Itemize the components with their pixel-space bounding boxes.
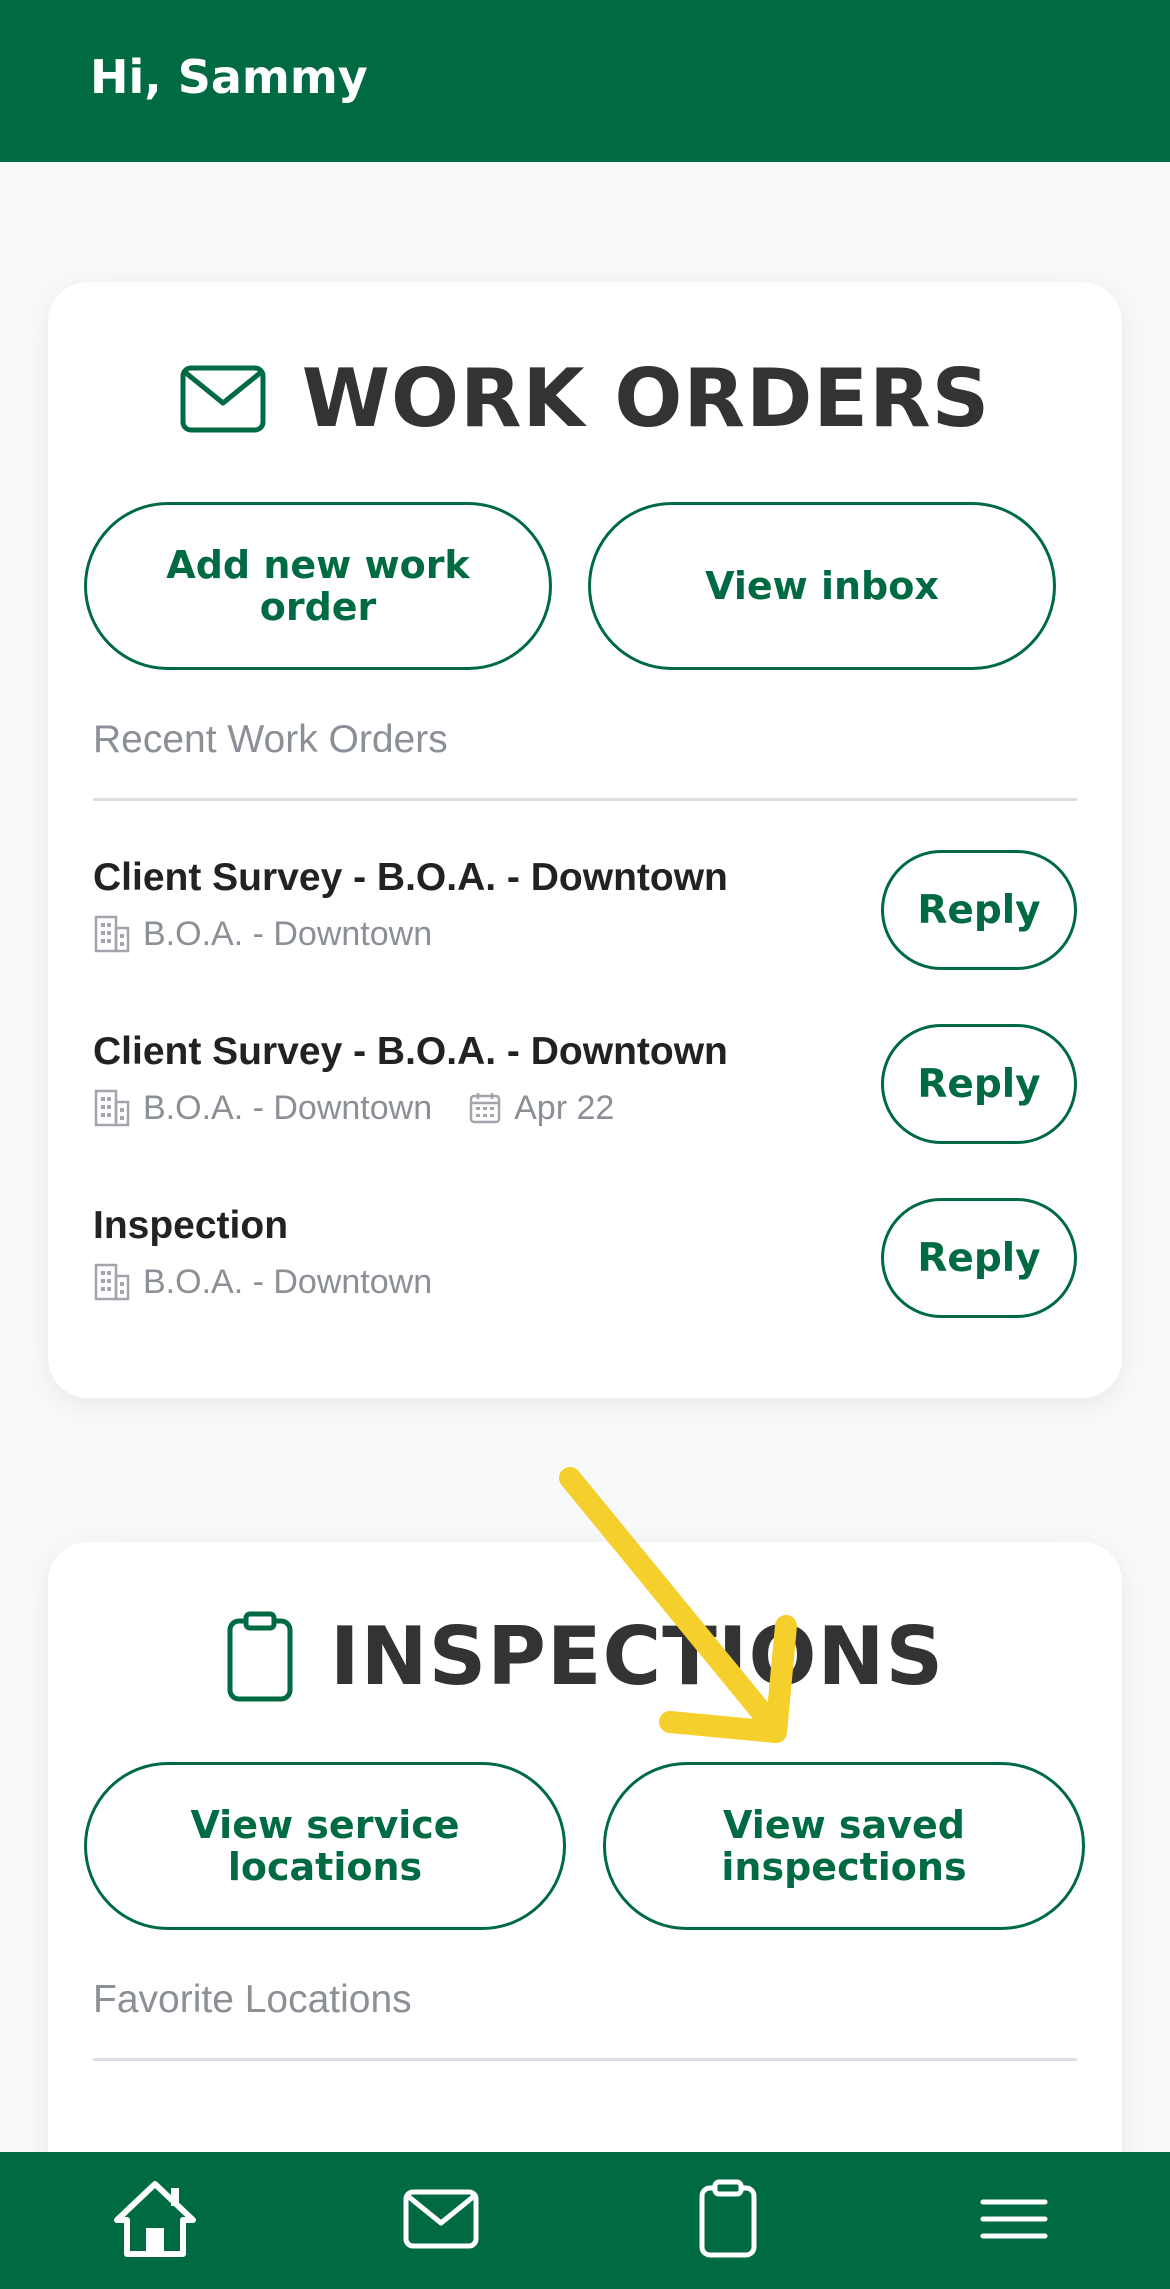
reply-button[interactable]: Reply xyxy=(881,1198,1077,1318)
nav-menu[interactable] xyxy=(934,2152,1094,2289)
work-orders-title: WORK ORDERS xyxy=(301,352,991,445)
bottom-nav xyxy=(0,2152,1170,2289)
add-work-order-button[interactable]: Add new work order xyxy=(84,502,552,670)
recent-work-orders-label: Recent Work Orders xyxy=(93,718,448,761)
section-divider xyxy=(93,2058,1077,2061)
menu-icon xyxy=(980,2197,1048,2245)
view-saved-inspections-button[interactable]: View saved inspections xyxy=(603,1762,1085,1930)
work-order-meta: B.O.A. - Downtown Apr 22 xyxy=(93,1088,614,1128)
work-order-item[interactable]: Inspection B.O.A. - Downtown Reply xyxy=(93,1198,1077,1324)
work-order-title: Inspection xyxy=(93,1204,289,1247)
nav-inbox[interactable] xyxy=(361,2152,521,2289)
building-icon xyxy=(93,1262,131,1302)
work-order-title: Client Survey - B.O.A. - Downtown xyxy=(93,856,728,899)
clipboard-icon xyxy=(698,2179,758,2263)
reply-button[interactable]: Reply xyxy=(881,1024,1077,1144)
work-orders-card: WORK ORDERS Add new work order View inbo… xyxy=(48,282,1122,1398)
work-order-meta: B.O.A. - Downtown xyxy=(93,1262,432,1302)
nav-inspections[interactable] xyxy=(648,2152,808,2289)
calendar-icon xyxy=(468,1091,502,1125)
clipboard-icon xyxy=(226,1611,294,1703)
home-icon xyxy=(113,2180,197,2262)
work-order-meta: B.O.A. - Downtown xyxy=(93,914,432,954)
reply-button[interactable]: Reply xyxy=(881,850,1077,970)
work-order-item[interactable]: Client Survey - B.O.A. - Downtown B.O.A.… xyxy=(93,850,1077,976)
work-order-item[interactable]: Client Survey - B.O.A. - Downtown B.O.A.… xyxy=(93,1024,1077,1150)
view-service-locations-button[interactable]: View service locations xyxy=(84,1762,566,1930)
favorite-locations-label: Favorite Locations xyxy=(93,1978,412,2021)
building-icon xyxy=(93,1088,131,1128)
top-header: Hi, Sammy xyxy=(0,0,1170,162)
work-order-location: B.O.A. - Downtown xyxy=(143,1262,433,1301)
view-inbox-button[interactable]: View inbox xyxy=(588,502,1056,670)
inspections-heading: INSPECTIONS xyxy=(48,1610,1122,1703)
work-order-location: B.O.A. - Downtown xyxy=(143,1088,433,1127)
work-orders-heading: WORK ORDERS xyxy=(48,352,1122,445)
nav-home[interactable] xyxy=(75,2152,235,2289)
work-order-location: B.O.A. - Downtown xyxy=(143,914,433,953)
building-icon xyxy=(93,914,131,954)
work-order-title: Client Survey - B.O.A. - Downtown xyxy=(93,1030,728,1073)
greeting-text: Hi, Sammy xyxy=(90,50,368,104)
inspections-title: INSPECTIONS xyxy=(329,1610,945,1703)
envelope-icon xyxy=(180,365,266,433)
envelope-icon xyxy=(403,2189,479,2253)
section-divider xyxy=(93,798,1077,801)
work-order-date: Apr 22 xyxy=(514,1088,615,1127)
